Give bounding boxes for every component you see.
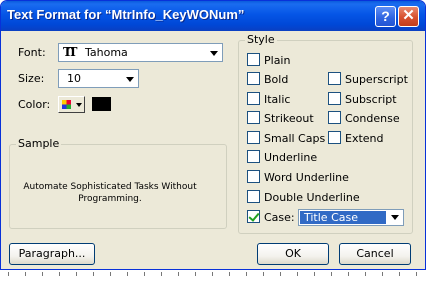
- chevron-down-icon: [76, 103, 82, 107]
- subscript-checkbox[interactable]: [328, 92, 341, 105]
- paragraph-button[interactable]: Paragraph...: [9, 243, 95, 265]
- extend-label: Extend: [345, 132, 384, 145]
- chevron-down-icon[interactable]: [122, 71, 137, 86]
- size-label: Size:: [18, 72, 45, 85]
- sample-legend: Sample: [16, 137, 62, 150]
- word-underline-label: Word Underline: [264, 171, 349, 184]
- background-window: [0, 270, 426, 286]
- help-button[interactable]: ?: [375, 6, 396, 27]
- bold-checkbox[interactable]: [247, 72, 260, 85]
- small-caps-label: Small Caps: [264, 132, 326, 145]
- bold-label: Bold: [264, 73, 289, 86]
- word-underline-checkbox[interactable]: [247, 170, 260, 183]
- superscript-label: Superscript: [345, 73, 408, 86]
- text-format-dialog: Text Format for “MtrInfo_KeyWONum” ? ✕ F…: [0, 0, 426, 270]
- case-checkbox[interactable]: [247, 210, 260, 223]
- small-caps-checkbox[interactable]: [247, 131, 260, 144]
- superscript-checkbox[interactable]: [328, 72, 341, 85]
- ok-button[interactable]: OK: [257, 243, 329, 265]
- plain-checkbox[interactable]: [247, 53, 260, 66]
- case-value: Title Case: [300, 211, 386, 224]
- subscript-label: Subscript: [345, 93, 397, 106]
- condense-checkbox[interactable]: [328, 111, 341, 124]
- extend-checkbox[interactable]: [328, 131, 341, 144]
- color-palette-icon: [62, 100, 71, 109]
- underline-checkbox[interactable]: [247, 150, 260, 163]
- truetype-font-icon: TT: [63, 45, 78, 59]
- cancel-button[interactable]: Cancel: [339, 243, 411, 265]
- title-bar[interactable]: Text Format for “MtrInfo_KeyWONum” ? ✕: [1, 1, 425, 31]
- italic-checkbox[interactable]: [247, 92, 260, 105]
- double-underline-label: Double Underline: [264, 191, 360, 204]
- current-color-swatch: [92, 97, 111, 111]
- condense-label: Condense: [345, 112, 400, 125]
- case-select[interactable]: Title Case: [298, 209, 404, 226]
- size-select[interactable]: 10: [58, 69, 139, 88]
- close-button[interactable]: ✕: [398, 6, 419, 27]
- strikeout-checkbox[interactable]: [247, 111, 260, 124]
- sample-preview-text: Automate Sophisticated Tasks Without Pro…: [23, 182, 197, 204]
- case-label: Case:: [264, 211, 295, 224]
- double-underline-checkbox[interactable]: [247, 190, 260, 203]
- chevron-down-icon[interactable]: [387, 211, 402, 224]
- color-label: Color:: [18, 98, 51, 111]
- style-legend: Style: [245, 33, 277, 46]
- plain-label: Plain: [264, 54, 291, 67]
- font-label: Font:: [18, 46, 46, 59]
- font-select[interactable]: TT Tahoma: [58, 43, 223, 62]
- color-picker-button[interactable]: [58, 96, 85, 113]
- strikeout-label: Strikeout: [264, 112, 314, 125]
- underline-label: Underline: [264, 151, 318, 164]
- italic-label: Italic: [264, 93, 291, 106]
- ruler-ticks: [8, 272, 418, 276]
- font-value: Tahoma: [85, 46, 128, 59]
- window-title: Text Format for “MtrInfo_KeyWONum”: [7, 7, 245, 22]
- chevron-down-icon[interactable]: [206, 45, 221, 60]
- size-value: 10: [67, 72, 81, 85]
